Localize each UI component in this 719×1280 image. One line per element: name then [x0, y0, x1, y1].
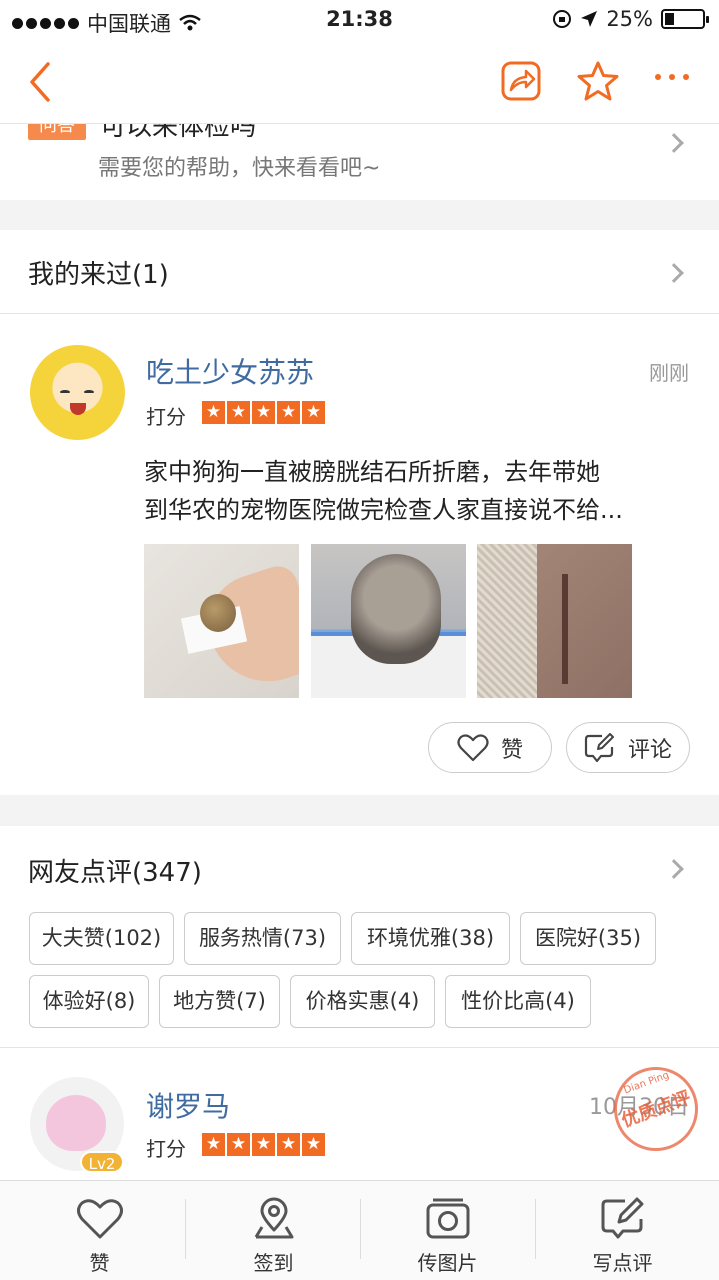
- tab-label: 写点评: [592, 1251, 653, 1275]
- photo-scar: [562, 574, 568, 684]
- star-icon: ★: [227, 1133, 250, 1156]
- review-tag[interactable]: 价格实惠(4): [290, 975, 435, 1028]
- review-tags: 大夫赞(102) 服务热情(73) 环境优雅(38) 医院好(35) 体验好(8…: [0, 910, 719, 1048]
- photo-stone: [200, 594, 236, 632]
- my-visits-title: 我的来过(1): [28, 260, 169, 290]
- back-icon[interactable]: [22, 58, 62, 106]
- star-icon: ★: [202, 401, 225, 424]
- review-tag[interactable]: 医院好(35): [520, 912, 656, 965]
- user-review-card[interactable]: Lv2 谢罗马 10月30日 打分 ★ ★ ★ ★ ★ Dian Ping 优质点评: [0, 1049, 719, 1180]
- location-arrow-icon: [581, 11, 598, 27]
- tab-label: 传图片: [417, 1251, 478, 1275]
- review-text-line: 家中狗狗一直被膀胱结石所折磨，去年带她: [144, 458, 600, 486]
- user-reviews-title: 网友点评(347): [28, 858, 202, 888]
- edit-icon: [601, 1197, 644, 1239]
- review-tag[interactable]: 环境优雅(38): [351, 912, 510, 965]
- comment-label: 评论: [627, 737, 672, 763]
- more-icon[interactable]: [655, 74, 695, 88]
- status-right: 25%: [552, 7, 709, 31]
- review-tag[interactable]: 服务热情(73): [184, 912, 341, 965]
- score-label: 打分: [146, 1137, 186, 1161]
- rating-stars: ★ ★ ★ ★ ★: [202, 401, 325, 424]
- share-icon[interactable]: [500, 60, 542, 102]
- star-icon: ★: [277, 1133, 300, 1156]
- star-icon: ★: [252, 401, 275, 424]
- user-reviews-header[interactable]: 网友点评(347): [0, 826, 719, 910]
- avatar[interactable]: [30, 345, 125, 440]
- my-review-card[interactable]: 吃土少女苏苏 刚刚 打分 ★ ★ ★ ★ ★ 家中狗狗一直被膀胱结石所折磨，去年带她 到…: [0, 315, 719, 795]
- star-icon: ★: [202, 1133, 225, 1156]
- like-label: 赞: [500, 737, 523, 763]
- comment-edit-icon: [584, 732, 614, 762]
- rotation-lock-icon: [553, 10, 572, 28]
- avatar-mouth: [70, 403, 86, 415]
- chevron-right-icon: [664, 263, 684, 283]
- photo-dog: [351, 554, 441, 664]
- level-badge: Lv2: [80, 1151, 124, 1173]
- review-text-line: 到华农的宠物医院做完检查人家直接说不给...: [144, 496, 623, 524]
- username[interactable]: 谢罗马: [146, 1085, 230, 1125]
- upload-photo-tab[interactable]: 传图片: [360, 1181, 535, 1280]
- review-tag[interactable]: 体验好(8): [29, 975, 149, 1028]
- photo-mesh: [477, 544, 537, 698]
- battery-percent: 25%: [606, 7, 653, 31]
- status-bar: 中国联通 21:38 25%: [0, 0, 719, 40]
- heart-icon: [457, 733, 489, 761]
- like-button[interactable]: 赞: [428, 722, 552, 773]
- review-text[interactable]: 家中狗狗一直被膀胱结石所折磨，去年带她 到华农的宠物医院做完检查人家直接说不给.…: [144, 453, 692, 529]
- avatar-eye: [84, 390, 94, 394]
- quality-review-stamp: Dian Ping 优质点评: [602, 1055, 710, 1163]
- write-review-tab[interactable]: 写点评: [535, 1181, 710, 1280]
- question-subtitle: 需要您的帮助，快来看看吧~: [98, 156, 381, 181]
- review-tag[interactable]: 地方赞(7): [159, 975, 280, 1028]
- avatar-eye: [60, 390, 70, 394]
- section-divider: [0, 795, 719, 826]
- review-tag[interactable]: 性价比高(4): [445, 975, 591, 1028]
- review-time: 刚刚: [649, 361, 689, 385]
- battery-icon: [661, 9, 709, 29]
- rating-stars: ★ ★ ★ ★ ★: [202, 1133, 325, 1156]
- nav-bar: [0, 40, 719, 124]
- tab-label: 签到: [253, 1251, 294, 1275]
- comment-button[interactable]: 评论: [566, 722, 690, 773]
- section-divider: [0, 200, 719, 230]
- camera-icon: [426, 1198, 470, 1239]
- star-icon[interactable]: [576, 60, 620, 102]
- peach-icon: [46, 1095, 106, 1151]
- battery-fill: [665, 13, 674, 25]
- star-icon: ★: [227, 401, 250, 424]
- review-photo-dog[interactable]: [311, 544, 466, 698]
- star-icon: ★: [252, 1133, 275, 1156]
- chevron-right-icon: [664, 859, 684, 879]
- review-tag[interactable]: 大夫赞(102): [29, 912, 174, 965]
- star-icon: ★: [277, 401, 300, 424]
- bottom-toolbar: 赞 签到 传图片 写点评: [0, 1180, 719, 1280]
- score-label: 打分: [146, 405, 186, 429]
- chevron-right-icon: [664, 133, 684, 153]
- my-visits-row[interactable]: 我的来过(1): [0, 230, 719, 314]
- heart-icon: [77, 1199, 123, 1239]
- review-photo-surgery[interactable]: [477, 544, 632, 698]
- star-icon: ★: [302, 1133, 325, 1156]
- location-pin-icon: [254, 1197, 294, 1239]
- check-in-tab[interactable]: 签到: [186, 1181, 361, 1280]
- review-photo-stone[interactable]: [144, 544, 299, 698]
- like-tab[interactable]: 赞: [12, 1181, 187, 1280]
- star-icon: ★: [302, 401, 325, 424]
- tab-label: 赞: [89, 1251, 110, 1275]
- username[interactable]: 吃土少女苏苏: [146, 351, 314, 391]
